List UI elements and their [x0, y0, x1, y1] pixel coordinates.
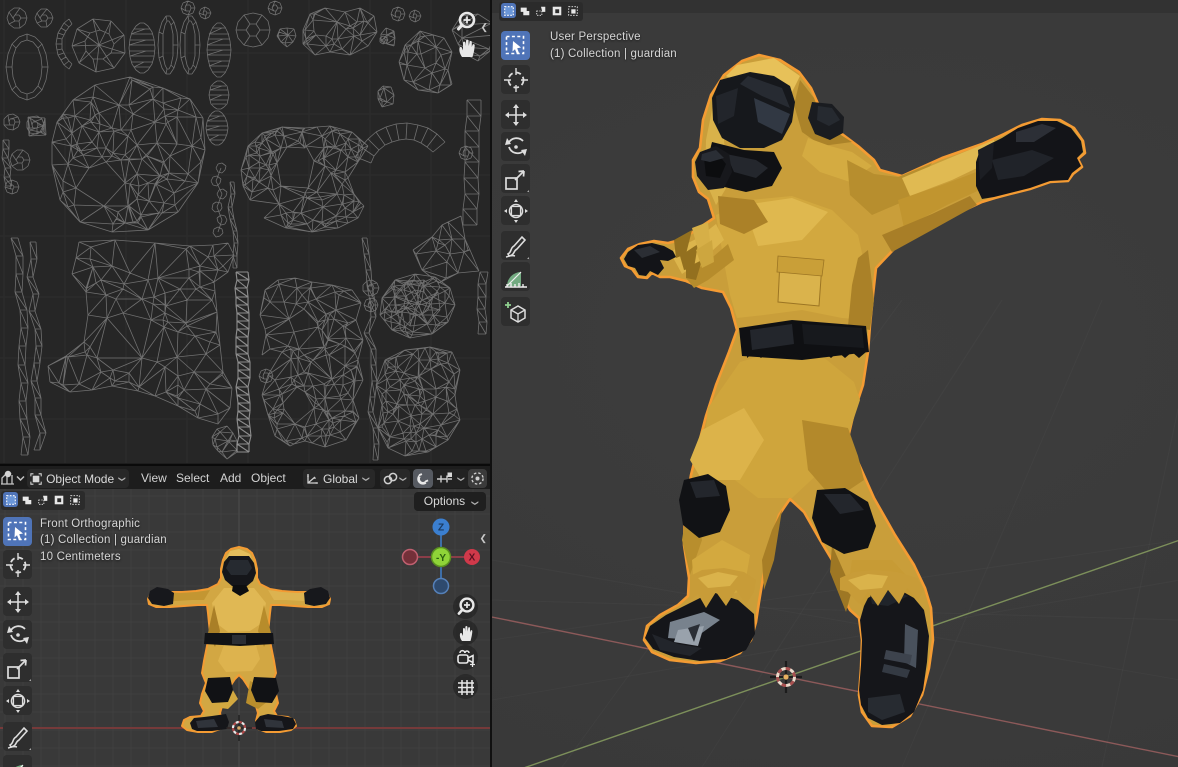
svg-text:X: X: [469, 553, 476, 564]
svg-text:Z: Z: [438, 523, 444, 534]
svg-text:-Y: -Y: [436, 553, 446, 564]
